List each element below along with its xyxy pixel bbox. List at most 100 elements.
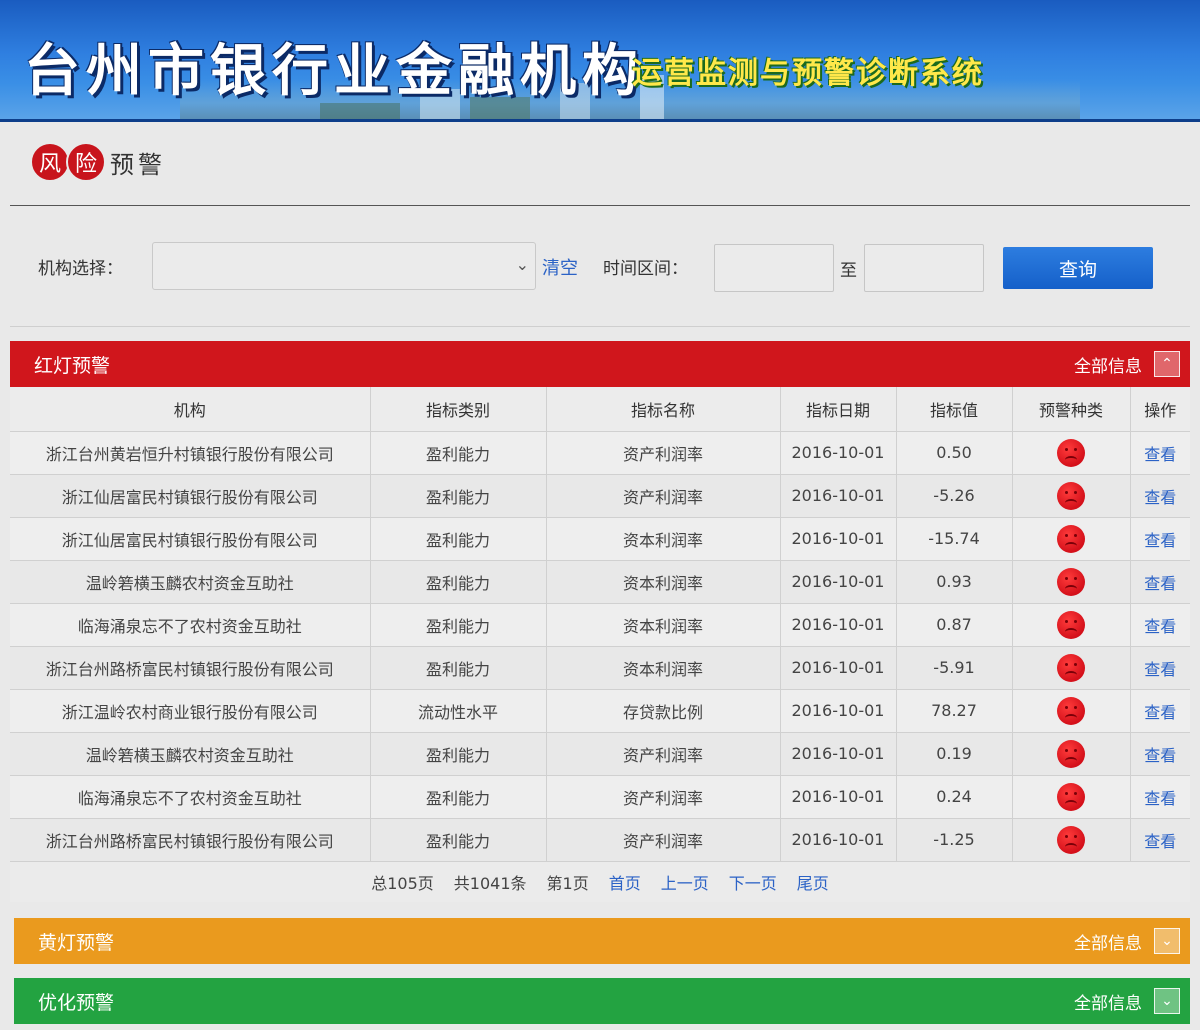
pager-next-link[interactable]: 下一页 xyxy=(729,870,777,894)
cell-category: 盈利能力 xyxy=(370,818,547,862)
cell-indicator: 资产利润率 xyxy=(546,818,781,862)
org-select-label: 机构选择： xyxy=(38,259,123,279)
date-to-input[interactable] xyxy=(864,244,984,292)
cell-category: 盈利能力 xyxy=(370,603,547,647)
cell-action: 查看 xyxy=(1130,732,1190,776)
sad-face-icon xyxy=(1057,696,1085,725)
view-link[interactable]: 查看 xyxy=(1144,488,1176,507)
cell-org: 浙江温岭农村商业银行股份有限公司 xyxy=(10,689,371,733)
cell-value: -1.25 xyxy=(896,818,1013,862)
view-link[interactable]: 查看 xyxy=(1144,789,1176,808)
red-warning-panel-header: 红灯预警 全部信息 ⌃ xyxy=(10,341,1190,387)
column-header-org: 机构 xyxy=(10,387,371,432)
clear-link[interactable]: 清空 xyxy=(542,254,578,280)
date-to-separator: 至 xyxy=(840,261,857,281)
query-button[interactable]: 查询 xyxy=(1003,247,1153,289)
pager-prev-link[interactable]: 上一页 xyxy=(661,870,709,894)
table-row: 临海涌泉忘不了农村资金互助社 盈利能力 资产利润率 2016-10-01 0.24 查看 xyxy=(10,775,1190,819)
pager-last-link[interactable]: 尾页 xyxy=(797,870,829,894)
yellow-warning-panel-header[interactable]: 黄灯预警 全部信息 ⌄ xyxy=(14,918,1190,964)
optimization-warning-panel-header[interactable]: 优化预警 全部信息 ⌄ xyxy=(14,978,1190,1024)
cell-action: 查看 xyxy=(1130,560,1190,604)
cell-date: 2016-10-01 xyxy=(780,646,897,690)
cell-action: 查看 xyxy=(1130,431,1190,475)
title-circle-2: 险 xyxy=(66,142,106,182)
pager-current-page: 第1页 xyxy=(546,874,589,893)
view-link[interactable]: 查看 xyxy=(1144,574,1176,593)
chevron-down-icon[interactable]: ⌄ xyxy=(1154,928,1180,954)
red-warning-all-link[interactable]: 全部信息 xyxy=(1074,352,1142,377)
red-warning-title: 红灯预警 xyxy=(34,354,111,377)
cell-org: 临海涌泉忘不了农村资金互助社 xyxy=(10,775,371,819)
view-link[interactable]: 查看 xyxy=(1144,703,1176,722)
cell-action: 查看 xyxy=(1130,646,1190,690)
cell-date: 2016-10-01 xyxy=(780,689,897,733)
cell-date: 2016-10-01 xyxy=(780,517,897,561)
cell-warning-type xyxy=(1012,646,1131,690)
cell-value: 0.24 xyxy=(896,775,1013,819)
org-select[interactable]: ⌄ xyxy=(152,242,536,290)
cell-indicator: 资产利润率 xyxy=(546,431,781,475)
cell-warning-type xyxy=(1012,560,1131,604)
table-row: 浙江台州黄岩恒升村镇银行股份有限公司 盈利能力 资产利润率 2016-10-01 0.5… xyxy=(10,431,1190,475)
cell-warning-type xyxy=(1012,818,1131,862)
chevron-down-icon: ⌄ xyxy=(515,255,529,274)
chevron-up-icon[interactable]: ⌃ xyxy=(1154,351,1180,377)
yellow-warning-all-link[interactable]: 全部信息 xyxy=(1074,929,1142,954)
cell-value: -15.74 xyxy=(896,517,1013,561)
view-link[interactable]: 查看 xyxy=(1144,832,1176,851)
cell-category: 盈利能力 xyxy=(370,775,547,819)
pager-first-link[interactable]: 首页 xyxy=(609,870,641,894)
yellow-warning-title: 黄灯预警 xyxy=(38,931,115,954)
sad-face-icon xyxy=(1057,782,1085,811)
table-row: 温岭箬横玉麟农村资金互助社 盈利能力 资本利润率 2016-10-01 0.93 查看 xyxy=(10,560,1190,604)
cell-category: 盈利能力 xyxy=(370,431,547,475)
cell-action: 查看 xyxy=(1130,818,1190,862)
pager-total-pages: 总105页 xyxy=(371,874,434,893)
filter-divider xyxy=(10,326,1190,327)
optimization-warning-all-link[interactable]: 全部信息 xyxy=(1074,989,1142,1014)
cell-org: 浙江仙居富民村镇银行股份有限公司 xyxy=(10,474,371,518)
sad-face-icon xyxy=(1057,653,1085,682)
cell-warning-type xyxy=(1012,517,1131,561)
cell-category: 流动性水平 xyxy=(370,689,547,733)
page-title: 风 险 预警 xyxy=(30,140,166,184)
title-divider xyxy=(10,205,1190,206)
cell-category: 盈利能力 xyxy=(370,560,547,604)
cell-date: 2016-10-01 xyxy=(780,603,897,647)
cell-action: 查看 xyxy=(1130,775,1190,819)
cell-action: 查看 xyxy=(1130,474,1190,518)
title-text: 预警 xyxy=(110,150,166,179)
table-row: 浙江仙居富民村镇银行股份有限公司 盈利能力 资产利润率 2016-10-01 -5.26… xyxy=(10,474,1190,518)
cell-warning-type xyxy=(1012,732,1131,776)
view-link[interactable]: 查看 xyxy=(1144,746,1176,765)
table-header-row: 机构 指标类别 指标名称 指标日期 指标值 预警种类 操作 xyxy=(10,387,1190,432)
cell-org: 浙江仙居富民村镇银行股份有限公司 xyxy=(10,517,371,561)
view-link[interactable]: 查看 xyxy=(1144,660,1176,679)
chevron-down-icon[interactable]: ⌄ xyxy=(1154,988,1180,1014)
banner-title: 台州市银行业金融机构 xyxy=(24,39,644,104)
cell-warning-type xyxy=(1012,775,1131,819)
cell-date: 2016-10-01 xyxy=(780,732,897,776)
sad-face-icon xyxy=(1057,481,1085,510)
cell-org: 临海涌泉忘不了农村资金互助社 xyxy=(10,603,371,647)
cell-org: 温岭箬横玉麟农村资金互助社 xyxy=(10,560,371,604)
view-link[interactable]: 查看 xyxy=(1144,617,1176,636)
optimization-warning-title: 优化预警 xyxy=(38,991,115,1014)
column-header-date: 指标日期 xyxy=(780,387,897,432)
table-row: 温岭箬横玉麟农村资金互助社 盈利能力 资产利润率 2016-10-01 0.19 查看 xyxy=(10,732,1190,776)
date-from-input[interactable] xyxy=(714,244,834,292)
cell-indicator: 资本利润率 xyxy=(546,517,781,561)
cell-value: -5.26 xyxy=(896,474,1013,518)
view-link[interactable]: 查看 xyxy=(1144,445,1176,464)
cell-org: 浙江台州路桥富民村镇银行股份有限公司 xyxy=(10,818,371,862)
cell-value: 0.19 xyxy=(896,732,1013,776)
cell-value: 0.50 xyxy=(896,431,1013,475)
red-warning-table: 机构 指标类别 指标名称 指标日期 指标值 预警种类 操作 浙江台州黄岩恒升村镇… xyxy=(10,387,1190,862)
cell-value: 0.87 xyxy=(896,603,1013,647)
sad-face-icon xyxy=(1057,438,1085,467)
view-link[interactable]: 查看 xyxy=(1144,531,1176,550)
cell-indicator: 资产利润率 xyxy=(546,775,781,819)
cell-value: -5.91 xyxy=(896,646,1013,690)
cell-indicator: 资产利润率 xyxy=(546,732,781,776)
